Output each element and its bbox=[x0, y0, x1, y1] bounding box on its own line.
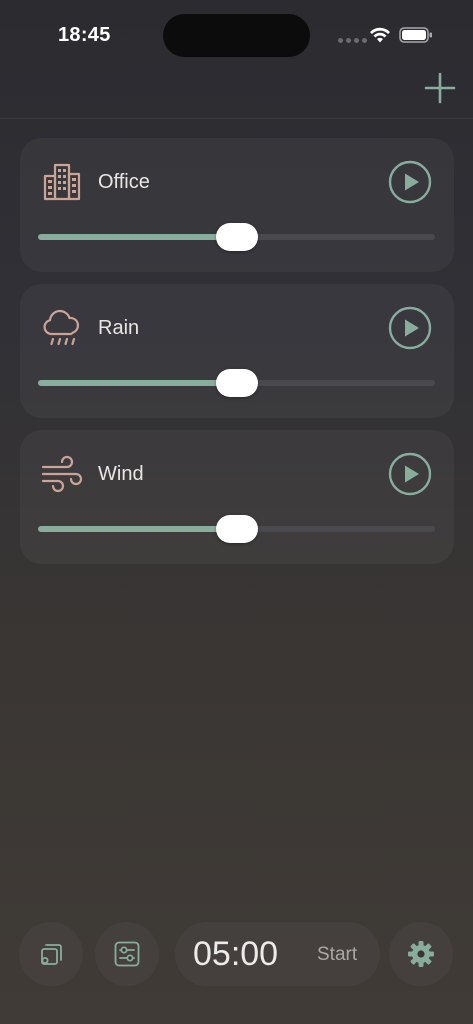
mixer-button[interactable] bbox=[95, 922, 159, 986]
add-sound-button[interactable] bbox=[422, 70, 458, 106]
office-building-icon bbox=[43, 163, 81, 201]
play-button-office[interactable] bbox=[388, 160, 432, 204]
sound-label-office: Office bbox=[98, 171, 150, 193]
start-button[interactable]: Start bbox=[317, 944, 357, 966]
plus-icon bbox=[424, 72, 456, 104]
volume-slider-wind[interactable] bbox=[38, 515, 435, 543]
slider-thumb[interactable] bbox=[215, 223, 258, 251]
timer-display[interactable]: 05:00 bbox=[193, 935, 278, 974]
gear-icon bbox=[408, 941, 434, 967]
slider-fill bbox=[38, 526, 237, 532]
wifi-icon bbox=[370, 27, 390, 43]
sound-label-wind: Wind bbox=[98, 463, 144, 485]
dynamic-island bbox=[163, 14, 310, 57]
play-icon bbox=[388, 160, 432, 204]
bottom-bar: 05:00 Start bbox=[0, 920, 473, 988]
cellular-signal-icon bbox=[338, 38, 367, 43]
volume-slider-rain[interactable] bbox=[38, 369, 435, 397]
sliders-icon bbox=[114, 941, 140, 967]
sound-card-rain: Rain bbox=[20, 284, 454, 418]
status-bar: 18:45 bbox=[0, 0, 473, 70]
settings-button[interactable] bbox=[389, 922, 453, 986]
rain-cloud-icon bbox=[43, 309, 80, 346]
slider-fill bbox=[38, 380, 237, 386]
top-header bbox=[0, 70, 473, 119]
timer-control: 05:00 Start bbox=[175, 922, 380, 986]
slider-thumb[interactable] bbox=[215, 369, 258, 397]
sound-card-office: Office bbox=[20, 138, 454, 272]
wind-icon bbox=[41, 455, 83, 493]
slider-thumb[interactable] bbox=[215, 515, 258, 543]
battery-icon bbox=[399, 27, 432, 43]
library-button[interactable] bbox=[19, 922, 83, 986]
sound-card-wind: Wind bbox=[20, 430, 454, 564]
sound-list: Office Rain Wind bbox=[20, 138, 454, 576]
play-icon bbox=[388, 452, 432, 496]
play-button-rain[interactable] bbox=[388, 306, 432, 350]
volume-slider-office[interactable] bbox=[38, 223, 435, 251]
play-button-wind[interactable] bbox=[388, 452, 432, 496]
sound-library-icon bbox=[41, 944, 62, 965]
play-icon bbox=[388, 306, 432, 350]
sound-label-rain: Rain bbox=[98, 317, 140, 339]
status-time: 18:45 bbox=[58, 24, 111, 46]
slider-fill bbox=[38, 234, 237, 240]
